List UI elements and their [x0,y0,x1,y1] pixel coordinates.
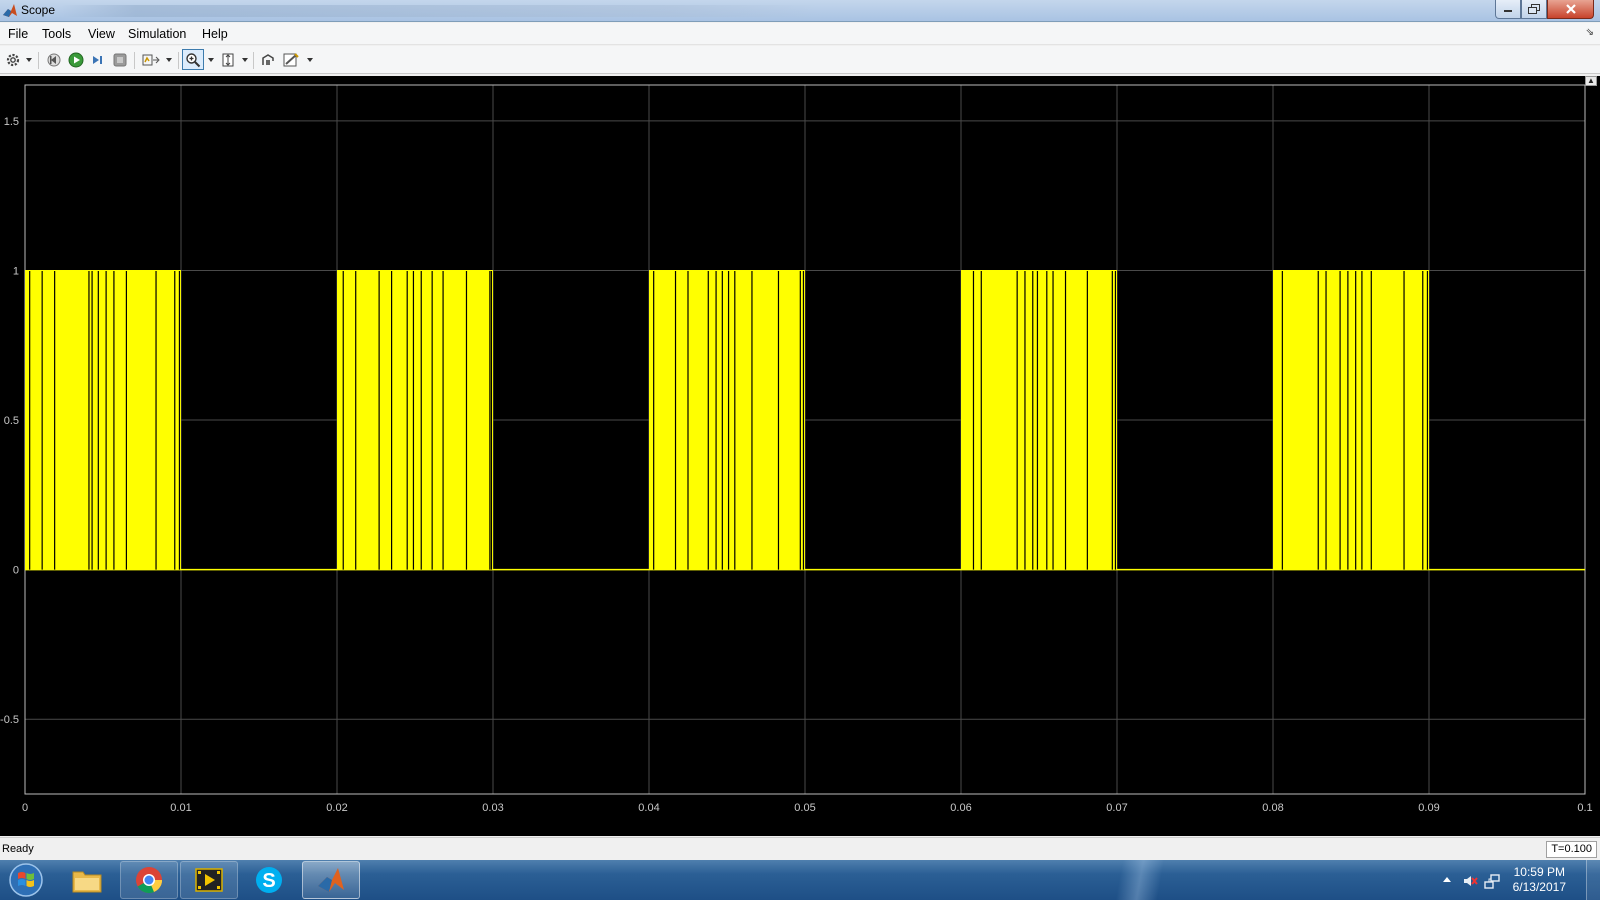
signal-pulse-burst [649,270,805,570]
undock-icon[interactable]: ▲ [1585,76,1597,86]
x-tick-label: 0.03 [482,802,503,814]
menu-tools[interactable]: Tools [42,27,71,41]
close-button[interactable] [1547,0,1594,19]
step-forward-icon[interactable] [88,50,108,70]
signal-select-icon[interactable] [141,50,161,70]
minimize-icon [1504,10,1512,12]
menu-file[interactable]: File [8,27,28,41]
taskbar: S 10:59 PM 6/13/2017 [0,860,1600,900]
zoom-dropdown-icon[interactable] [208,58,214,62]
close-icon [1565,4,1576,14]
x-tick-label: 0.08 [1262,802,1283,814]
signal-pulse-burst [337,270,493,570]
x-tick-label: 0.05 [794,802,815,814]
zoom-in-icon[interactable] [182,49,204,70]
signal-select-dropdown-icon[interactable] [166,58,172,62]
skype-icon: S [256,867,282,893]
highlight-simulink-block-icon[interactable] [258,50,278,70]
draw-style-dropdown-icon[interactable] [307,58,313,62]
run-icon[interactable] [66,50,86,70]
restore-icon [1528,4,1540,14]
taskbar-skype[interactable]: S [240,861,298,899]
video-app-icon [195,868,223,892]
show-hidden-icons-icon[interactable] [1442,875,1452,885]
x-tick-label: 0.02 [326,802,347,814]
x-tick-label: 0 [22,802,28,814]
matlab-icon [318,868,344,892]
y-tick-label: 0 [13,565,19,577]
chrome-icon [136,867,163,894]
x-tick-label: 0.1 [1577,802,1592,814]
y-tick-label: 0.5 [4,415,19,427]
clock-time: 10:59 PM [1513,865,1565,879]
system-tray: 10:59 PM 6/13/2017 [1430,860,1600,900]
network-icon[interactable] [1484,873,1500,889]
x-tick-label: 0.07 [1106,802,1127,814]
x-tick-label: 0.09 [1418,802,1439,814]
y-tick-label: 1 [13,265,19,277]
x-tick-label: 0.06 [950,802,971,814]
clock[interactable]: 10:59 PM 6/13/2017 [1513,865,1566,895]
step-back-icon[interactable] [44,50,64,70]
taskbar-explorer[interactable] [58,861,116,899]
svg-text:S: S [262,870,275,892]
menu-bar: File Tools View Simulation Help ⇘ [0,23,1600,45]
minimize-button[interactable] [1495,0,1521,19]
scope-plot-area[interactable]: 0 0.01 0.02 0.03 0.04 0.05 0.06 0.07 0.08 0.09 0.1… [0,76,1600,836]
title-bar: Scope [0,0,1600,22]
taskbar-matlab[interactable] [302,861,360,899]
x-tick-label: 0.04 [638,802,659,814]
status-text: Ready [2,843,34,855]
windows-logo-icon [9,863,43,897]
toolbar [0,46,1600,74]
settings-icon[interactable] [3,50,23,70]
y-tick-label: 1.5 [4,116,19,128]
restore-button[interactable] [1521,0,1547,19]
signal-pulse-burst [25,270,181,570]
scale-axes-dropdown-icon[interactable] [242,58,248,62]
volume-muted-icon[interactable] [1462,873,1478,889]
settings-dropdown-icon[interactable] [26,58,32,62]
window-title: Scope [21,3,56,17]
draw-style-icon[interactable] [282,50,302,70]
windows-explorer-icon [72,871,102,893]
signal-pulse-burst [1273,270,1429,570]
menu-help[interactable]: Help [202,27,228,41]
taskbar-video-app[interactable] [180,861,238,899]
signal-pulse-burst [961,270,1117,570]
start-button[interactable] [4,861,48,899]
scope-plot[interactable]: 0 0.01 0.02 0.03 0.04 0.05 0.06 0.07 0.08 0.09 0.1… [0,76,1600,836]
status-bar: Ready T=0.100 [0,837,1600,860]
menu-simulation[interactable]: Simulation [128,27,186,41]
menu-view[interactable]: View [88,27,115,41]
x-tick-label: 0.01 [170,802,191,814]
scale-axes-icon[interactable] [218,50,238,70]
show-desktop-button[interactable] [1586,860,1600,900]
clock-date: 6/13/2017 [1512,880,1566,894]
stop-icon[interactable] [110,50,130,70]
taskbar-chrome[interactable] [120,861,178,899]
dock-arrow-icon[interactable]: ⇘ [1586,27,1594,38]
y-tick-label: -0.5 [0,714,19,726]
matlab-icon [3,4,17,17]
simulation-time: T=0.100 [1546,841,1597,858]
